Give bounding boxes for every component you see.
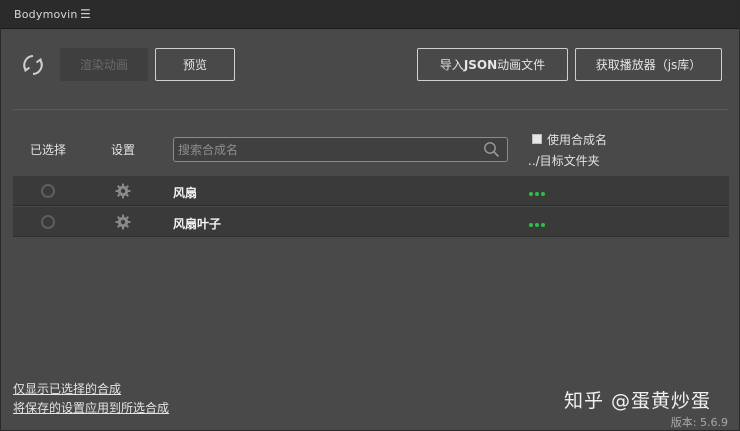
get-player-button[interactable]: 获取播放器（js库） [575,48,722,81]
import-json-bold: JSON [463,57,498,72]
search-box [173,137,508,162]
preview-button[interactable]: 预览 [155,48,235,81]
apply-saved-settings-link[interactable]: 将保存的设置应用到所选合成 [13,399,169,416]
gear-icon[interactable] [115,183,131,199]
column-header-selected: 已选择 [30,143,67,157]
import-json-suffix: 动画文件 [497,58,546,72]
render-button[interactable]: 渲染动画 [60,48,148,81]
composition-row: 风扇 [13,176,729,206]
composition-name: 风扇 [173,186,198,200]
search-icon[interactable] [483,141,500,158]
composition-name: 风扇叶子 [173,217,222,231]
gear-icon[interactable] [115,214,131,230]
select-radio[interactable] [41,184,55,198]
destination-more-icon[interactable] [529,184,549,198]
import-json-prefix: 导入 [439,58,464,72]
column-header-settings: 设置 [111,143,136,157]
show-selected-only-link[interactable]: 仅显示已选择的合成 [13,380,121,397]
import-json-button[interactable]: 导入 JSON 动画文件 [417,48,568,81]
title-bar: Bodymovin ☰ [1,1,739,29]
toolbar-divider [13,109,729,110]
refresh-icon[interactable] [20,52,46,78]
panel-title: Bodymovin [14,8,78,21]
use-comp-name-checkbox[interactable] [532,134,542,144]
bodymovin-panel: Bodymovin ☰ 渲染动画 预览 导入 JSON 动画文件 获取播放器（j… [0,0,740,431]
version-label: 版本: 5.6.9 [670,416,728,429]
panel-menu-icon[interactable]: ☰ [80,7,91,21]
search-input[interactable] [178,140,478,159]
select-radio[interactable] [41,215,55,229]
use-comp-name-label: 使用合成名 [547,133,608,147]
composition-row: 风扇叶子 [13,207,729,237]
watermark: 知乎 @蛋黄炒蛋 [564,390,712,412]
destination-more-icon[interactable] [529,215,549,229]
destination-folder-header: ../目标文件夹 [528,154,600,168]
